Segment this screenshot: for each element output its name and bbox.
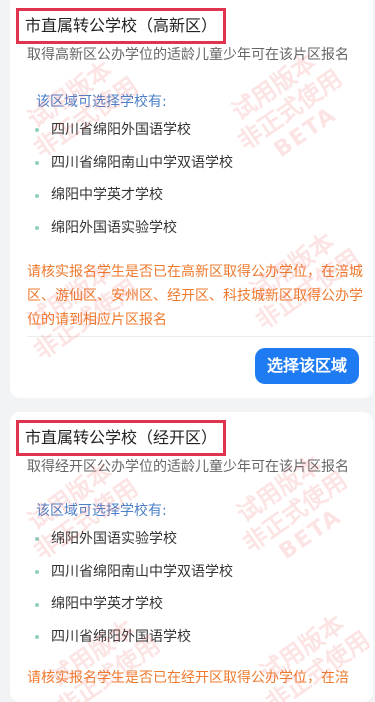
school-list: 绵阳外国语实验学校 四川省绵阳南山中学双语学校 绵阳中学英才学校 四川省绵阳外国… <box>35 523 233 654</box>
list-item: 四川省绵阳外国语学校 <box>35 621 233 654</box>
list-item: 四川省绵阳南山中学双语学校 <box>35 147 233 180</box>
bullet-icon <box>35 128 39 133</box>
card-title: 市直属转公学校（经开区） <box>16 420 227 456</box>
card-subtitle: 取得高新区公办学位的适龄儿童少年可在该片区报名 <box>27 47 349 63</box>
notice-text: 请核实报名学生是否已在经开区取得公办学位，在涪 <box>27 670 349 686</box>
list-item: 绵阳外国语实验学校 <box>35 212 233 245</box>
school-list: 四川省绵阳外国语学校 四川省绵阳南山中学双语学校 绵阳中学英才学校 绵阳外国语实… <box>35 114 233 245</box>
list-item: 绵阳中学英才学校 <box>35 179 233 212</box>
bullet-icon <box>35 226 39 231</box>
bullet-icon <box>35 161 39 166</box>
divider <box>27 336 373 337</box>
region-card-jingkai: 市直属转公学校（经开区） 取得经开区公办学位的适龄儿童少年可在该片区报名 该区域… <box>10 412 373 702</box>
region-card-gaoxin: 市直属转公学校（高新区） 取得高新区公办学位的适龄儿童少年可在该片区报名 该区域… <box>10 0 373 398</box>
list-item: 四川省绵阳外国语学校 <box>35 114 233 147</box>
list-item: 四川省绵阳南山中学双语学校 <box>35 556 233 589</box>
list-item: 绵阳外国语实验学校 <box>35 523 233 556</box>
card-subtitle: 取得经开区公办学位的适龄儿童少年可在该片区报名 <box>27 459 349 475</box>
bullet-icon <box>35 602 39 607</box>
bullet-icon <box>35 193 39 198</box>
region-schools-label: 该区域可选择学校有: <box>36 94 167 110</box>
bullet-icon <box>35 570 39 575</box>
bullet-icon <box>35 635 39 640</box>
select-region-button[interactable]: 选择该区域 <box>255 348 359 384</box>
list-item: 绵阳中学英才学校 <box>35 588 233 621</box>
notice-text: 请核实报名学生是否已在高新区取得公办学位，在涪城区、游仙区、安州区、经开区、科技… <box>27 264 363 328</box>
region-schools-label: 该区域可选择学校有: <box>36 503 167 519</box>
bullet-icon <box>35 537 39 542</box>
card-title: 市直属转公学校（高新区） <box>16 8 227 44</box>
